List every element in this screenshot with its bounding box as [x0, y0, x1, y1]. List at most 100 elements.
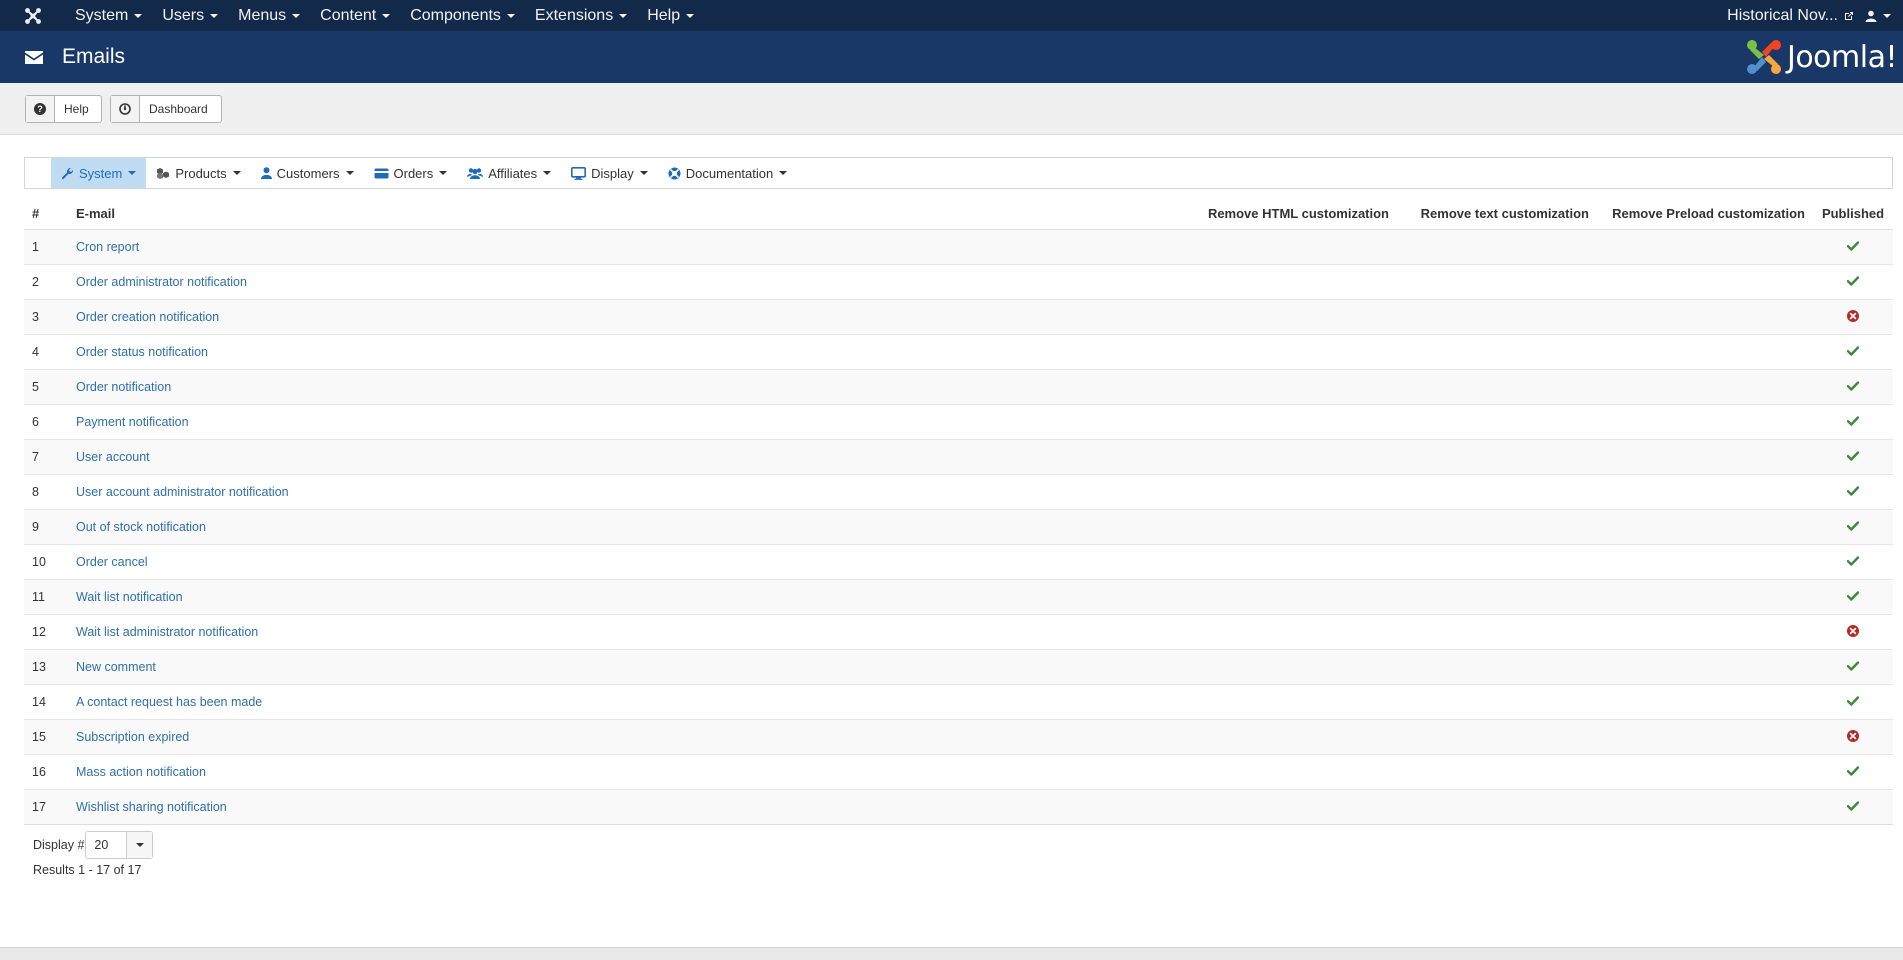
svg-text:?: ? — [37, 104, 43, 114]
topnav-menus[interactable]: Menus — [228, 0, 310, 31]
remove-html-cell — [1197, 649, 1397, 685]
submenu-documentation[interactable]: Documentation — [658, 158, 797, 188]
row-number: 15 — [24, 719, 68, 755]
submenu-orders[interactable]: Orders — [364, 158, 458, 188]
email-link[interactable]: Order creation notification — [76, 310, 219, 324]
email-link[interactable]: Order cancel — [76, 555, 148, 569]
remove-html-cell — [1197, 369, 1397, 405]
published-cell — [1813, 719, 1893, 755]
email-link[interactable]: User account administrator notification — [76, 485, 289, 499]
caret-down-icon — [439, 171, 448, 175]
published-cell — [1813, 684, 1893, 720]
check-icon[interactable] — [1846, 660, 1860, 674]
remove-preload-cell — [1597, 684, 1813, 720]
check-icon[interactable] — [1846, 380, 1860, 394]
submenu-affiliates[interactable]: Affiliates — [457, 158, 561, 188]
check-icon[interactable] — [1846, 485, 1860, 499]
remove-html-cell — [1197, 754, 1397, 790]
row-number: 4 — [24, 334, 68, 370]
check-icon[interactable] — [1846, 450, 1860, 464]
row-number: 8 — [24, 474, 68, 510]
chevron-down-icon[interactable] — [126, 832, 153, 858]
email-link[interactable]: A contact request has been made — [76, 695, 262, 709]
check-icon[interactable] — [1846, 275, 1860, 289]
email-link[interactable]: Wishlist sharing notification — [76, 800, 227, 814]
email-name-cell: User account — [68, 439, 1197, 475]
submenu-system[interactable]: System — [51, 158, 147, 188]
remove-html-cell — [1197, 614, 1397, 650]
email-link[interactable]: Cron report — [76, 240, 139, 254]
email-name-cell: Order administrator notification — [68, 264, 1197, 300]
email-link[interactable]: Order notification — [76, 380, 171, 394]
joomla-icon[interactable] — [16, 0, 50, 31]
help-label: Help — [64, 102, 89, 116]
email-link[interactable]: Order status notification — [76, 345, 208, 359]
check-icon[interactable] — [1846, 520, 1860, 534]
remove-preload-cell — [1597, 579, 1813, 615]
table-row: 17 Wishlist sharing notification — [24, 789, 1893, 825]
topnav-components[interactable]: Components — [400, 0, 525, 31]
pagination-display: Display # 20 — [33, 831, 154, 859]
email-name-cell: A contact request has been made — [68, 684, 1197, 720]
display-limit-select[interactable]: 20 — [85, 831, 154, 859]
remove-html-cell — [1197, 474, 1397, 510]
unpublished-icon[interactable] — [1847, 309, 1859, 325]
topnav-extensions[interactable]: Extensions — [525, 0, 637, 31]
submenu-products[interactable]: Products — [146, 158, 250, 188]
caret-down-icon — [382, 13, 391, 18]
caret-down-icon — [779, 171, 788, 175]
check-icon[interactable] — [1846, 555, 1860, 569]
joomla-brand: Joomla! — [1744, 37, 1898, 77]
remove-html-cell — [1197, 684, 1397, 720]
caret-down-icon — [210, 13, 219, 18]
email-link[interactable]: Wait list administrator notification — [76, 625, 258, 639]
email-link[interactable]: Order administrator notification — [76, 275, 247, 289]
remove-text-cell — [1397, 684, 1597, 720]
help-button[interactable]: ? Help — [25, 95, 102, 123]
row-number: 17 — [24, 789, 68, 825]
submenu-customers[interactable]: Customers — [251, 158, 364, 188]
component-submenu: System Products Customers Orders Affilia… — [24, 157, 1893, 189]
check-icon[interactable] — [1846, 695, 1860, 709]
table-row: 16 Mass action notification — [24, 754, 1893, 790]
remove-text-cell — [1397, 614, 1597, 650]
remove-text-cell — [1397, 719, 1597, 755]
check-icon[interactable] — [1846, 345, 1860, 359]
remove-preload-cell — [1597, 299, 1813, 335]
check-icon[interactable] — [1846, 800, 1860, 814]
email-link[interactable]: New comment — [76, 660, 156, 674]
top-navbar: System Users Menus Content Components Ex… — [0, 0, 1903, 31]
check-icon[interactable] — [1846, 765, 1860, 779]
published-cell — [1813, 649, 1893, 685]
email-link[interactable]: Wait list notification — [76, 590, 183, 604]
remove-text-cell — [1397, 754, 1597, 790]
topnav-help[interactable]: Help — [637, 0, 704, 31]
email-link[interactable]: Payment notification — [76, 415, 189, 429]
remove-html-cell — [1197, 264, 1397, 300]
topnav-users[interactable]: Users — [152, 0, 228, 31]
table-row: 11 Wait list notification — [24, 579, 1893, 615]
submenu-display[interactable]: Display — [561, 158, 658, 188]
topnav-system[interactable]: System — [65, 0, 152, 31]
site-link[interactable]: Historical Nov... — [1727, 7, 1855, 25]
user-menu[interactable] — [1865, 10, 1891, 22]
email-link[interactable]: Subscription expired — [76, 730, 189, 744]
unpublished-icon[interactable] — [1847, 729, 1859, 745]
col-email[interactable]: E-mail — [68, 197, 1197, 230]
email-link[interactable]: User account — [76, 450, 150, 464]
check-icon[interactable] — [1846, 590, 1860, 604]
dashboard-button[interactable]: Dashboard — [110, 95, 222, 123]
remove-preload-cell — [1597, 264, 1813, 300]
unpublished-icon[interactable] — [1847, 624, 1859, 640]
email-link[interactable]: Mass action notification — [76, 765, 206, 779]
submenu-label: Documentation — [685, 165, 774, 181]
remove-preload-cell — [1597, 789, 1813, 825]
check-icon[interactable] — [1846, 240, 1860, 254]
remove-preload-cell — [1597, 334, 1813, 370]
check-icon[interactable] — [1846, 415, 1860, 429]
published-cell — [1813, 474, 1893, 510]
col-published: Published — [1813, 197, 1893, 230]
topnav-label: Users — [162, 6, 205, 24]
topnav-content[interactable]: Content — [310, 0, 400, 31]
email-link[interactable]: Out of stock notification — [76, 520, 206, 534]
